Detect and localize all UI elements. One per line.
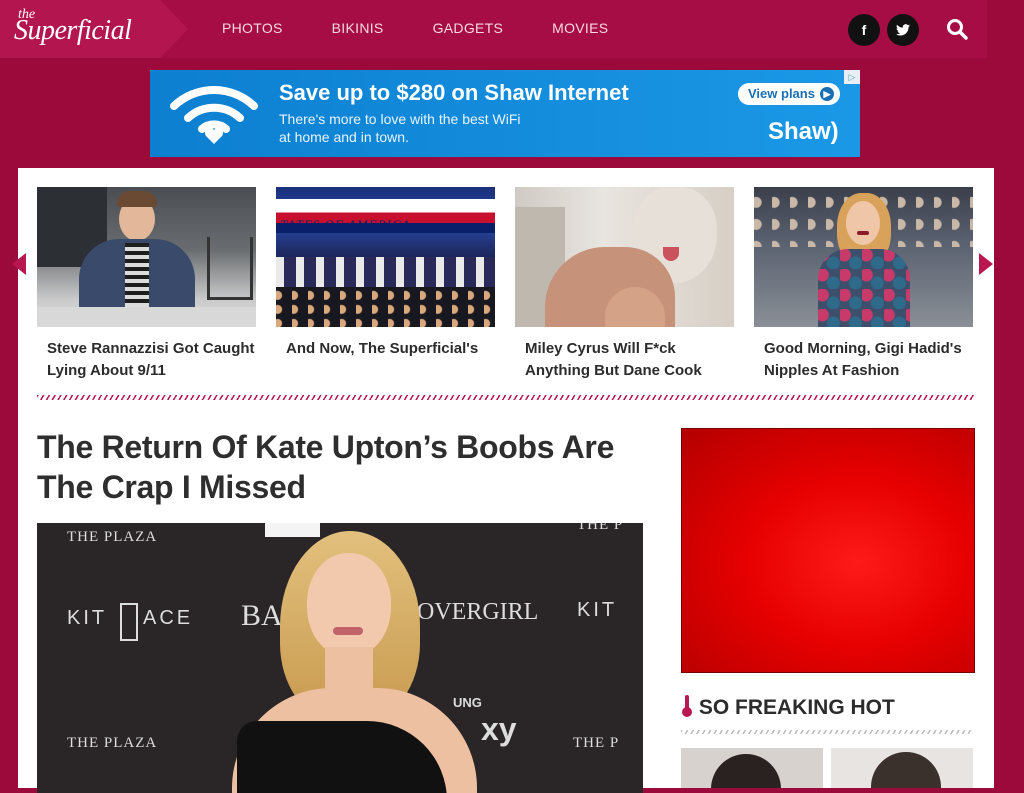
thumbnail-figure	[871, 752, 941, 788]
carousel-card[interactable]: Good Morning, Gigi Hadid's Nipples At Fa…	[754, 187, 973, 382]
card-title[interactable]: And Now, The Superficial's	[276, 338, 495, 382]
ad-view-plans-button[interactable]: View plans ▶	[738, 83, 840, 105]
wall-logo: COVERGIRL	[401, 599, 539, 625]
nav-movies[interactable]: MOVIES	[552, 20, 608, 36]
logo[interactable]: the Superficial	[0, 0, 160, 58]
wall-logo: THE PLAZA	[67, 529, 158, 545]
thumbnail-figure	[711, 754, 781, 788]
card-image[interactable]: TATES OF AMERICA	[276, 187, 495, 327]
card-image[interactable]	[37, 187, 256, 327]
hot-section-heading: SO FREAKING HOT	[681, 695, 895, 720]
article-title[interactable]: The Return Of Kate Upton’s Boobs Are The…	[37, 427, 657, 507]
wall-logo: ACE	[143, 607, 194, 629]
sidebar-ad[interactable]	[681, 428, 975, 673]
adchoices-icon[interactable]: ▷	[844, 70, 860, 84]
facebook-icon[interactable]: f	[848, 14, 880, 46]
hot-section-divider	[681, 730, 973, 734]
podium-row	[276, 257, 495, 287]
carousel-card[interactable]: Steve Rannazzisi Got Caught Lying About …	[37, 187, 256, 382]
banner-sign-text: TATES OF AMERICA	[280, 217, 411, 232]
model-lips	[857, 231, 869, 235]
hot-thumbnail[interactable]	[831, 748, 973, 788]
nav-bikinis[interactable]: BIKINIS	[332, 20, 384, 36]
audience	[276, 287, 495, 327]
logo-text: Superficial	[14, 15, 132, 46]
striped-shirt	[125, 243, 149, 313]
twitter-bird-glyph	[896, 24, 910, 36]
hot-thumbnail[interactable]	[681, 748, 823, 788]
carousel-prev-icon[interactable]	[12, 253, 26, 275]
carousel-next-icon[interactable]	[979, 253, 993, 275]
section-divider	[37, 395, 974, 400]
model-face	[846, 201, 880, 245]
wall-logo: KIT	[67, 607, 108, 629]
logo-arrow-shape	[160, 0, 188, 58]
play-icon: ▶	[820, 87, 834, 101]
wall-logo: UNG	[453, 695, 482, 710]
site-header: the Superficial PHOTOS BIKINIS GADGETS M…	[0, 0, 987, 58]
carousel-card[interactable]: TATES OF AMERICA And Now, The Superficia…	[276, 187, 495, 382]
card-image[interactable]	[515, 187, 734, 327]
floral-dress	[818, 249, 910, 327]
wall-logo: THE P	[577, 523, 624, 533]
wall-logo-mark	[120, 603, 138, 641]
hot-section-title: SO FREAKING HOT	[698, 696, 895, 719]
chair-shape	[207, 237, 253, 300]
ad-banner[interactable]: Save up to $280 on Shaw Internet There's…	[150, 70, 860, 157]
nav-photos[interactable]: PHOTOS	[222, 20, 283, 36]
subject-face	[307, 553, 391, 657]
article-image[interactable]: THE PLAZA KIT ACE BAZ COVERGIRL KIT THE …	[37, 523, 643, 793]
subject-lips	[333, 627, 363, 635]
card-title[interactable]: Good Morning, Gigi Hadid's Nipples At Fa…	[754, 338, 973, 382]
nav-gadgets[interactable]: GADGETS	[433, 20, 504, 36]
main-nav: PHOTOS BIKINIS GADGETS MOVIES	[222, 20, 657, 36]
carousel-card[interactable]: Miley Cyrus Will F*ck Anything But Dane …	[515, 187, 734, 382]
card-title[interactable]: Miley Cyrus Will F*ck Anything But Dane …	[515, 338, 734, 382]
thermometer-icon	[682, 695, 692, 717]
twitter-icon[interactable]	[887, 14, 919, 46]
wall-logo: xy	[481, 711, 517, 747]
person-hair	[117, 191, 157, 207]
table-surface	[37, 307, 256, 327]
card-title[interactable]: Steve Rannazzisi Got Caught Lying About …	[37, 338, 256, 382]
card-image[interactable]	[754, 187, 973, 327]
content-panel: Steve Rannazzisi Got Caught Lying About …	[12, 168, 994, 793]
wall-logo: THE P	[573, 735, 620, 751]
wall-card	[265, 523, 320, 537]
ad-subline: There's more to love with the best WiFi …	[279, 111, 521, 145]
ad-headline: Save up to $280 on Shaw Internet	[279, 80, 629, 105]
ad-brand-logo: Shaw)	[768, 118, 839, 145]
wall-logo: THE PLAZA	[67, 735, 158, 751]
wall-logo: KIT	[577, 599, 618, 621]
search-icon[interactable]	[946, 18, 970, 42]
ad-cta-label: View plans	[748, 86, 815, 101]
wifi-icon	[170, 86, 258, 144]
